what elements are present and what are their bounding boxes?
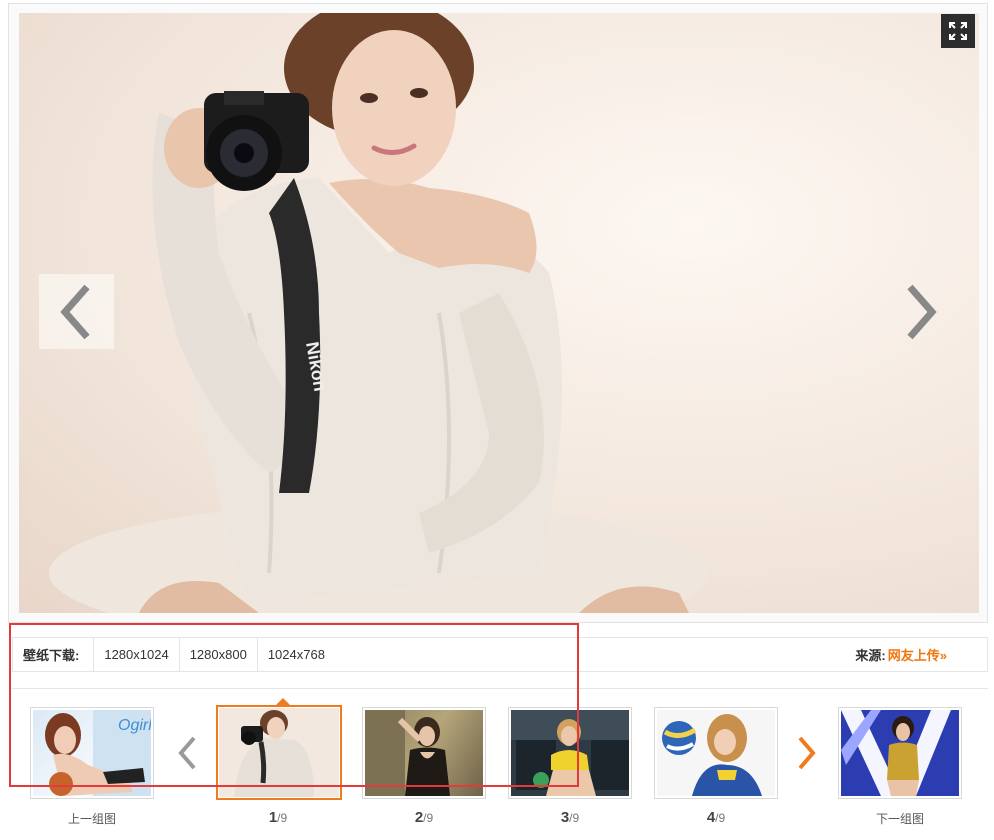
previous-group-image: Ogirl (45, 710, 151, 796)
download-size-1024x768[interactable]: 1024x768 (256, 638, 335, 671)
thumbnail-2[interactable] (362, 707, 486, 799)
fullscreen-button[interactable] (941, 14, 975, 48)
source-link[interactable]: 网友上传» (888, 645, 947, 664)
expand-icon (949, 22, 967, 40)
source-info: 来源: 网友上传» (855, 638, 987, 671)
previous-group-logo-text: Ogirl (118, 717, 151, 734)
download-label: 壁纸下载: (23, 648, 80, 663)
photo-illustration: Nikon (49, 13, 709, 613)
source-label: 来源: (855, 648, 886, 663)
next-group-image (841, 710, 951, 796)
wallpaper-download-bar: 壁纸下载: 1280x1024 1280x800 1024x768 来源: 网友… (12, 637, 988, 672)
previous-group-thumbnail[interactable]: Ogirl (30, 707, 161, 806)
thumbnail-4-image (662, 714, 762, 796)
thumbnail-strip: Ogirl 上一组图 1/9 2/9 3/9 4/9 下一组图 (12, 688, 988, 840)
strip-next-button[interactable] (792, 735, 820, 771)
thumbnail-3[interactable] (508, 707, 632, 799)
thumbnail-4-page: 4/9 (706, 809, 726, 826)
photo-viewer: Nikon (8, 3, 988, 623)
thumbnail-2-page: 2/9 (414, 809, 434, 826)
thumbnail-4[interactable] (654, 707, 778, 799)
active-indicator-caret (276, 698, 290, 705)
chevron-left-icon (59, 284, 90, 339)
next-group-thumbnail[interactable] (838, 707, 969, 806)
previous-group-label[interactable]: 上一组图 (30, 810, 154, 827)
main-photo[interactable]: Nikon (19, 13, 979, 613)
thumbnail-3-image (511, 710, 629, 796)
thumbnail-2-image (365, 710, 450, 796)
chevron-left-icon (178, 736, 196, 770)
thumbnail-1[interactable] (216, 698, 342, 800)
thumbnail-1-image (234, 710, 314, 797)
next-photo-button[interactable] (882, 274, 957, 349)
chevron-right-icon (798, 736, 816, 770)
chevron-right-icon (906, 284, 937, 339)
strip-previous-button[interactable] (174, 735, 202, 771)
next-group-label[interactable]: 下一组图 (838, 810, 962, 827)
download-size-1280x800[interactable]: 1280x800 (178, 638, 257, 671)
previous-photo-button[interactable] (39, 274, 114, 349)
thumbnail-1-page: 1/9 (268, 809, 288, 826)
thumbnail-3-page: 3/9 (560, 809, 580, 826)
download-size-1280x1024[interactable]: 1280x1024 (93, 638, 178, 671)
